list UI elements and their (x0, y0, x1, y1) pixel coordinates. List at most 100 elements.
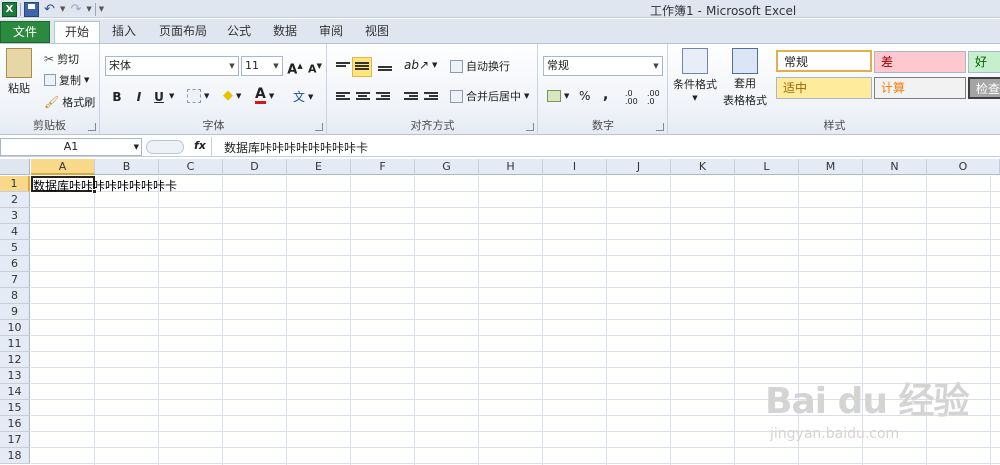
column-header-l[interactable]: L (735, 159, 799, 175)
row-header-13[interactable]: 13 (0, 368, 30, 384)
underline-dropdown-icon[interactable]: ▼ (169, 92, 174, 100)
align-middle-button[interactable] (352, 57, 372, 77)
copy-button[interactable]: 复制 ▼ (44, 72, 89, 88)
tab-home[interactable]: 开始 (54, 21, 100, 44)
column-header-n[interactable]: N (863, 159, 927, 175)
column-header-g[interactable]: G (415, 159, 479, 175)
row-header-17[interactable]: 17 (0, 432, 30, 448)
align-bottom-icon[interactable] (378, 66, 392, 78)
clipboard-launcher-icon[interactable] (88, 123, 96, 131)
number-format-select[interactable]: 常规 ▼ (543, 56, 663, 76)
column-header-e[interactable]: E (287, 159, 351, 175)
font-launcher-icon[interactable] (315, 123, 323, 131)
style-normal[interactable]: 常规 (776, 50, 872, 72)
increase-decimal-button[interactable]: .0.00 (625, 90, 638, 106)
row-header-9[interactable]: 9 (0, 304, 30, 320)
table-format-label-2: 表格格式 (723, 94, 767, 107)
row-header-11[interactable]: 11 (0, 336, 30, 352)
row-header-14[interactable]: 14 (0, 384, 30, 400)
style-calculation[interactable]: 计算 (874, 77, 966, 99)
column-header-j[interactable]: J (607, 159, 671, 175)
row-header-15[interactable]: 15 (0, 400, 30, 416)
customize-qat-icon[interactable]: ▼ (99, 5, 104, 13)
borders-button[interactable]: ▼ (187, 89, 209, 103)
row-header-12[interactable]: 12 (0, 352, 30, 368)
italic-button[interactable]: I (129, 87, 149, 107)
name-box[interactable]: A1 ▼ (0, 138, 142, 156)
accounting-format-button[interactable]: ▼ (547, 90, 569, 102)
font-color-button[interactable]: A ▼ (255, 87, 274, 104)
tab-review[interactable]: 审阅 (312, 21, 350, 43)
font-name-select[interactable]: 宋体 ▼ (105, 56, 239, 76)
format-painter-button[interactable]: 🖌 格式刷 (44, 94, 95, 110)
tab-data[interactable]: 数据 (266, 21, 304, 43)
column-header-d[interactable]: D (223, 159, 287, 175)
font-size-select[interactable]: 11 ▼ (241, 56, 283, 76)
number-launcher-icon[interactable] (656, 123, 664, 131)
column-header-m[interactable]: M (799, 159, 863, 175)
cut-button[interactable]: ✂ 剪切 (44, 51, 79, 67)
tab-insert[interactable]: 插入 (104, 21, 144, 43)
style-bad[interactable]: 差 (874, 51, 966, 73)
excel-logo-icon[interactable]: X (2, 1, 17, 17)
row-header-3[interactable]: 3 (0, 208, 30, 224)
paste-button[interactable]: 粘贴 (6, 48, 32, 96)
row-header-2[interactable]: 2 (0, 192, 30, 208)
row-header-5[interactable]: 5 (0, 240, 30, 256)
increase-indent-icon[interactable] (424, 92, 438, 104)
insert-function-icon[interactable]: fx (194, 139, 206, 152)
grow-font-button[interactable]: A▲ (285, 56, 305, 77)
row-header-6[interactable]: 6 (0, 256, 30, 272)
percent-style-button[interactable]: % (579, 89, 590, 103)
style-good[interactable]: 好 (968, 51, 1000, 73)
merge-center-button[interactable]: 合并后居中 ▼ (450, 88, 529, 104)
decrease-indent-icon[interactable] (404, 92, 418, 104)
bold-button[interactable]: B (107, 87, 127, 107)
underline-button[interactable]: U (149, 87, 169, 107)
alignment-launcher-icon[interactable] (526, 123, 534, 131)
row-header-7[interactable]: 7 (0, 272, 30, 288)
row-header-10[interactable]: 10 (0, 320, 30, 336)
format-as-table-button[interactable]: 套用 表格格式 (723, 48, 767, 108)
column-header-f[interactable]: F (351, 159, 415, 175)
formula-input[interactable]: 数据库咔咔咔咔咔咔咔咔卡 (224, 139, 368, 156)
orientation-button[interactable]: ab↗ ▼ (404, 58, 437, 72)
redo-icon[interactable]: ↷ (68, 2, 83, 17)
row-header-8[interactable]: 8 (0, 288, 30, 304)
row-header-16[interactable]: 16 (0, 416, 30, 432)
redo-dropdown-icon[interactable]: ▼ (86, 5, 91, 13)
decrease-decimal-button[interactable]: .00.0 (647, 90, 660, 106)
tab-page-layout[interactable]: 页面布局 (150, 21, 216, 43)
column-header-h[interactable]: H (479, 159, 543, 175)
phonetic-button[interactable]: 文 ▼ (293, 88, 313, 105)
wrap-text-button[interactable]: 自动换行 (450, 58, 510, 74)
align-right-icon[interactable] (376, 92, 390, 104)
column-header-a[interactable]: A (31, 159, 95, 175)
column-header-b[interactable]: B (95, 159, 159, 175)
tab-view[interactable]: 视图 (358, 21, 396, 43)
save-icon[interactable] (24, 1, 39, 17)
column-header-k[interactable]: K (671, 159, 735, 175)
undo-dropdown-icon[interactable]: ▼ (60, 5, 65, 13)
tab-file[interactable]: 文件 (0, 21, 50, 43)
formula-bar-splitter[interactable] (146, 140, 184, 154)
qat-separator (20, 2, 21, 16)
conditional-format-button[interactable]: 条件格式 ▼ (673, 48, 717, 102)
select-all-corner[interactable] (0, 159, 30, 175)
row-header-4[interactable]: 4 (0, 224, 30, 240)
align-top-icon[interactable] (336, 62, 350, 74)
column-header-i[interactable]: I (543, 159, 607, 175)
shrink-font-button[interactable]: A▼ (305, 56, 325, 76)
column-header-c[interactable]: C (159, 159, 223, 175)
style-check-cell[interactable]: 检查 (968, 77, 1000, 99)
comma-style-button[interactable]: , (603, 87, 608, 103)
column-header-o[interactable]: O (927, 159, 1000, 175)
align-center-icon[interactable] (356, 92, 370, 104)
undo-icon[interactable]: ↶ (42, 2, 57, 17)
align-left-icon[interactable] (336, 92, 350, 104)
fill-color-button[interactable]: ◆ ▼ (223, 88, 241, 103)
row-header-1[interactable]: 1 (0, 176, 30, 192)
row-header-18[interactable]: 18 (0, 448, 30, 464)
tab-formulas[interactable]: 公式 (220, 21, 258, 43)
style-neutral[interactable]: 适中 (776, 77, 872, 99)
